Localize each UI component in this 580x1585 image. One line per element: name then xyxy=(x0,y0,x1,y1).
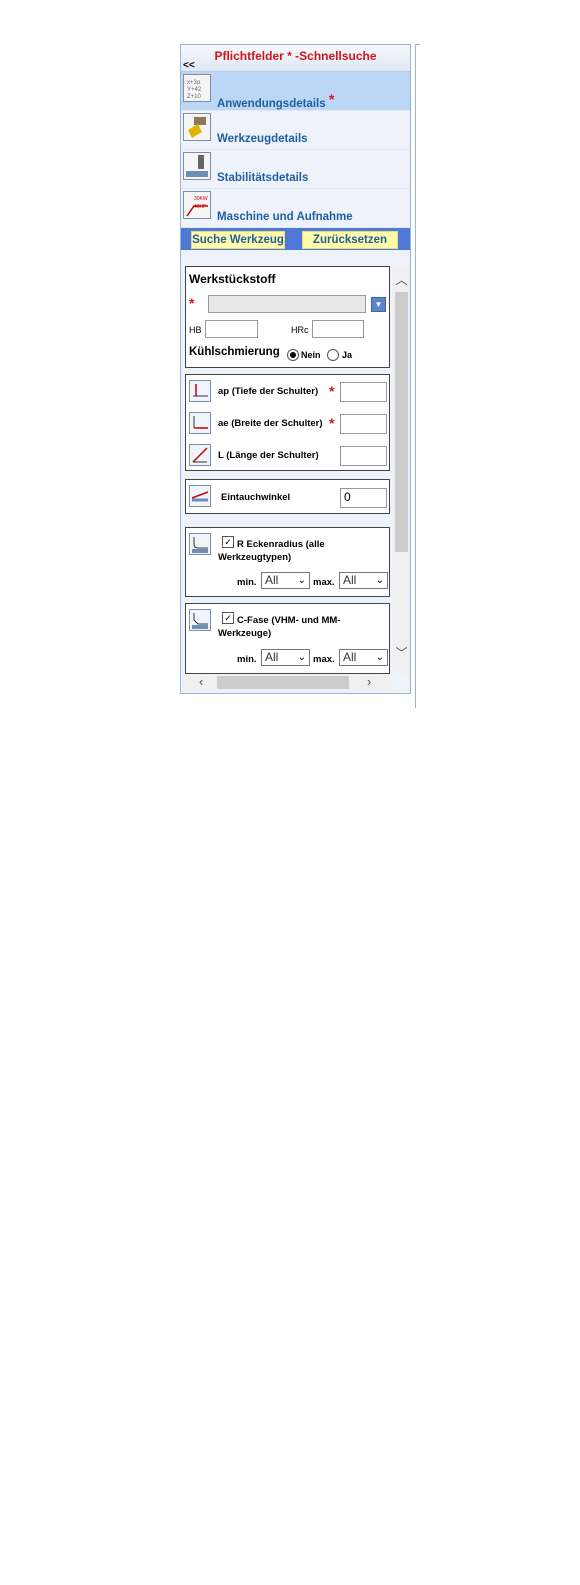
max-label: max. xyxy=(313,654,335,665)
nav-item-machine-holder[interactable]: 30KW 40HP Maschine und Aufnahme xyxy=(181,189,410,228)
ae-input[interactable] xyxy=(340,414,387,434)
svg-text:40HP: 40HP xyxy=(194,204,207,210)
scrollbar-thumb[interactable] xyxy=(217,676,349,689)
workpiece-material-box: Werkstückstoff * ▼ HB HRc Kühlschmierung… xyxy=(185,266,390,368)
action-bar: Suche Werkzeug Zurücksetzen xyxy=(181,228,410,250)
plunge-angle-box: Eintauchwinkel 0 xyxy=(185,479,390,514)
required-star: * xyxy=(328,91,335,107)
chevron-down-icon: ⌄ xyxy=(375,652,384,663)
nav-label: Maschine und Aufnahme xyxy=(217,211,353,223)
scrollbar-thumb[interactable] xyxy=(395,292,408,552)
panel-title: Pflichtfelder * -Schnellsuche xyxy=(214,49,377,63)
chamfer-label: C-Fase (VHM- und MM-Werkzeuge) xyxy=(218,615,341,639)
plunge-angle-label: Eintauchwinkel xyxy=(221,492,291,503)
chevron-down-icon: ⌄ xyxy=(297,652,306,663)
svg-text:x+3o: x+3o xyxy=(187,80,201,86)
coolant-yes-label: Ja xyxy=(342,350,353,360)
min-label: min. xyxy=(237,654,257,665)
reset-button[interactable]: Zurücksetzen xyxy=(302,231,398,249)
horizontal-scrollbar[interactable]: ‹ › xyxy=(183,674,393,691)
corner-radius-box: ✓ R Eckenradius (alle Werkzeugtypen) min… xyxy=(185,527,390,597)
panel-header: Pflichtfelder * -Schnellsuche << xyxy=(181,45,410,72)
svg-text:Y+42: Y+42 xyxy=(187,87,202,93)
coolant-yes-radio[interactable] xyxy=(327,349,339,361)
l-input[interactable] xyxy=(340,446,387,466)
corner-radius-icon xyxy=(189,533,211,555)
nav-item-tool-details[interactable]: Werkzeugdetails xyxy=(181,111,410,150)
vertical-scrollbar[interactable]: ︿ ﹀ xyxy=(393,266,410,674)
frame-divider xyxy=(415,44,416,708)
select-value: All xyxy=(343,650,357,664)
scroll-left-icon[interactable]: ‹ xyxy=(199,674,203,689)
ap-input[interactable] xyxy=(340,382,387,402)
chamfer-icon xyxy=(189,609,211,631)
ap-label: ap (Tiefe der Schulter) xyxy=(218,386,319,397)
shoulder-length-icon xyxy=(189,444,211,466)
tool-details-icon xyxy=(183,113,211,141)
chevron-down-icon[interactable]: ▼ xyxy=(371,297,386,312)
select-value: All xyxy=(265,650,279,664)
plunge-angle-input[interactable]: 0 xyxy=(340,488,387,508)
ae-label: ae (Breite der Schulter) xyxy=(218,418,323,429)
hb-label: HB xyxy=(189,325,202,335)
material-select[interactable] xyxy=(208,295,366,313)
required-star: * xyxy=(329,415,335,431)
corner-radius-label: R Eckenradius (alle Werkzeugtypen) xyxy=(218,539,325,563)
workpiece-material-title: Werkstückstoff xyxy=(189,272,276,286)
coolant-no-label: Nein xyxy=(301,350,321,360)
search-tool-button[interactable]: Suche Werkzeug xyxy=(191,231,285,249)
parameter-scroll-area[interactable]: Werkstückstoff * ▼ HB HRc Kühlschmierung… xyxy=(183,266,410,674)
application-details-icon: x+3o Y+42 Z+10 xyxy=(183,74,211,102)
svg-text:30KW: 30KW xyxy=(194,196,208,202)
plunge-angle-icon xyxy=(189,485,211,507)
shoulder-box: ap (Tiefe der Schulter) * ae (Breite der… xyxy=(185,374,390,471)
max-label: max. xyxy=(313,577,335,588)
select-value: All xyxy=(265,573,279,587)
l-label: L (Länge der Schulter) xyxy=(218,450,319,461)
required-star: * xyxy=(189,295,195,311)
hrc-label: HRc xyxy=(291,325,309,335)
nav-label: Stabilitätsdetails xyxy=(217,172,309,184)
stability-details-icon xyxy=(183,152,211,180)
min-label: min. xyxy=(237,577,257,588)
nav-label: Anwendungsdetails xyxy=(217,98,326,110)
scroll-right-icon[interactable]: › xyxy=(367,674,371,689)
coolant-label: Kühlschmierung xyxy=(189,346,280,358)
hb-input[interactable] xyxy=(205,320,258,338)
select-value: All xyxy=(343,573,357,587)
nav-item-application-details[interactable]: x+3o Y+42 Z+10 Anwendungsdetails * xyxy=(181,72,410,111)
quick-search-panel: Pflichtfelder * -Schnellsuche << x+3o Y+4… xyxy=(180,44,411,694)
hrc-input[interactable] xyxy=(312,320,364,338)
machine-holder-icon: 30KW 40HP xyxy=(183,191,211,219)
svg-text:Z+10: Z+10 xyxy=(187,94,202,100)
collapse-button[interactable]: << xyxy=(183,60,195,71)
coolant-no-radio[interactable] xyxy=(287,349,299,361)
nav-label: Werkzeugdetails xyxy=(217,133,308,145)
required-star: * xyxy=(329,383,335,399)
corner-radius-min-select[interactable]: All ⌄ xyxy=(261,572,310,589)
shoulder-depth-icon xyxy=(189,380,211,402)
chamfer-min-select[interactable]: All ⌄ xyxy=(261,649,310,666)
scroll-down-icon[interactable]: ﹀ xyxy=(393,644,410,661)
chamfer-max-select[interactable]: All ⌄ xyxy=(339,649,388,666)
chevron-down-icon: ⌄ xyxy=(297,575,306,586)
scroll-up-icon[interactable]: ︿ xyxy=(393,271,410,288)
shoulder-width-icon xyxy=(189,412,211,434)
nav-item-stability-details[interactable]: Stabilitätsdetails xyxy=(181,150,410,189)
corner-radius-max-select[interactable]: All ⌄ xyxy=(339,572,388,589)
chamfer-box: ✓ C-Fase (VHM- und MM-Werkzeuge) min. Al… xyxy=(185,603,390,674)
chevron-down-icon: ⌄ xyxy=(375,575,384,586)
